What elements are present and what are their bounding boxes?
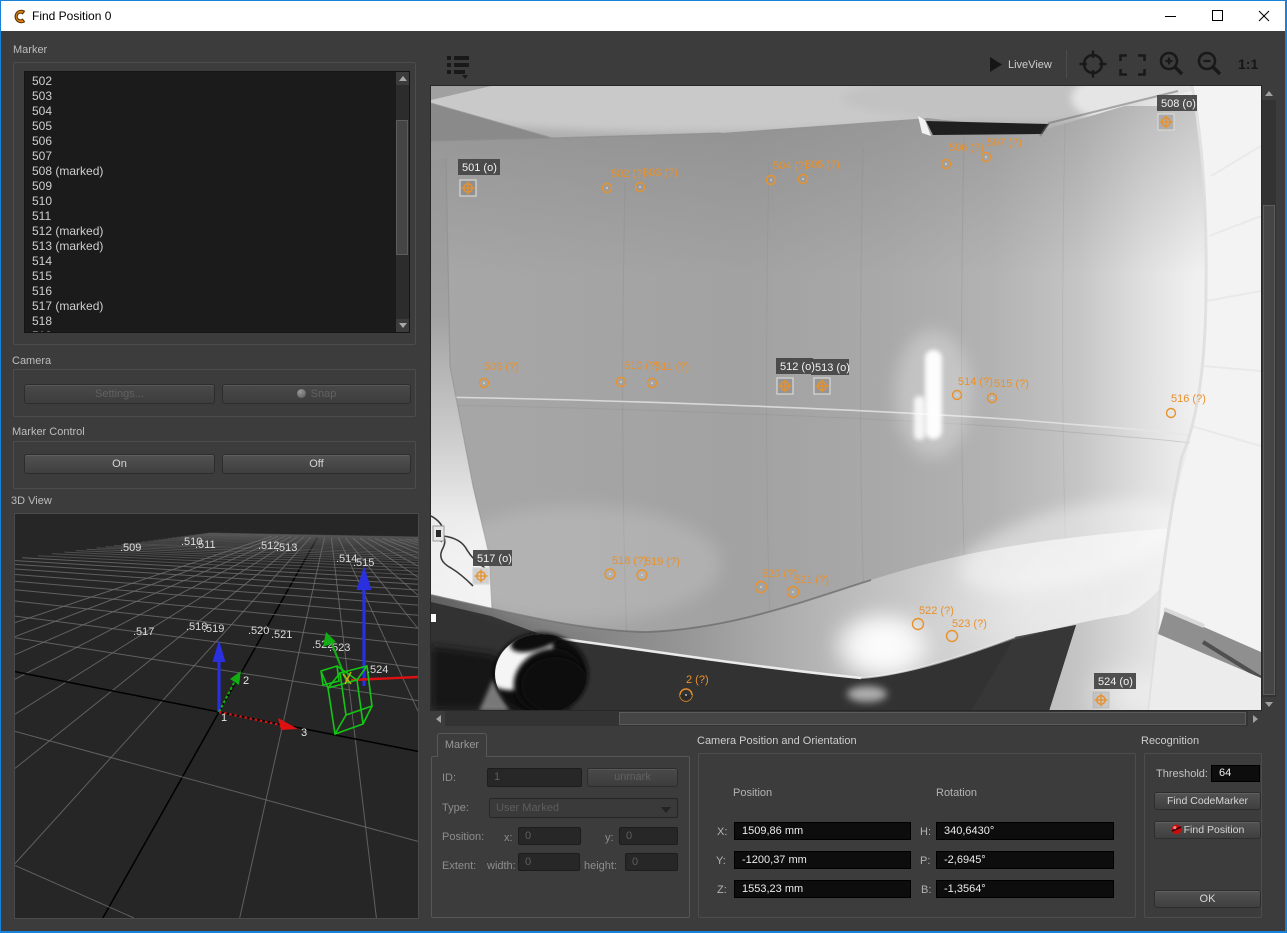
svg-text:1: 1 [221, 712, 227, 724]
svg-text:507 (?): 507 (?) [987, 137, 1022, 149]
svg-text:518 (?): 518 (?) [612, 555, 647, 567]
svg-text:519 (?): 519 (?) [645, 556, 680, 568]
svg-text:517 (o): 517 (o) [477, 553, 512, 565]
svg-text:.509: .509 [120, 542, 141, 554]
svg-text:.519: .519 [203, 623, 224, 635]
svg-text:521 (?): 521 (?) [794, 574, 829, 586]
svg-text:514 (?): 514 (?) [958, 376, 993, 388]
svg-text:.523: .523 [329, 642, 350, 654]
svg-text:506 (?): 506 (?) [949, 142, 984, 154]
svg-text:505 (?): 505 (?) [805, 159, 840, 171]
svg-text:501 (o): 501 (o) [462, 162, 497, 174]
svg-text:509 (?): 509 (?) [484, 361, 519, 373]
svg-text:512 (o): 512 (o) [780, 361, 815, 373]
svg-text:522 (?): 522 (?) [919, 605, 954, 617]
svg-text:510 (?): 510 (?) [624, 360, 659, 372]
svg-text:3: 3 [301, 727, 307, 739]
svg-text:.511: .511 [195, 539, 216, 551]
svg-text:.520: .520 [248, 625, 269, 637]
svg-text:508 (o): 508 (o) [1161, 98, 1196, 110]
svg-text:502 (?): 502 (?) [611, 168, 646, 180]
svg-text:523 (?): 523 (?) [952, 618, 987, 630]
svg-text:2: 2 [243, 675, 249, 687]
svg-text:.524: .524 [367, 664, 388, 676]
svg-text:516 (?): 516 (?) [1171, 393, 1206, 405]
svg-text:503 (?): 503 (?) [643, 167, 678, 179]
svg-text:513 (o): 513 (o) [815, 362, 850, 374]
svg-text:.517: .517 [133, 626, 154, 638]
svg-text:.513: .513 [276, 542, 297, 554]
svg-text:511 (?): 511 (?) [655, 361, 689, 373]
svg-text:.521: .521 [271, 629, 292, 641]
svg-text:504 (?): 504 (?) [773, 160, 808, 172]
svg-text:520 (?): 520 (?) [762, 568, 797, 580]
svg-text:515 (?): 515 (?) [994, 378, 1029, 390]
svg-text:2 (?): 2 (?) [686, 674, 709, 686]
svg-text:524 (o): 524 (o) [1098, 676, 1133, 688]
